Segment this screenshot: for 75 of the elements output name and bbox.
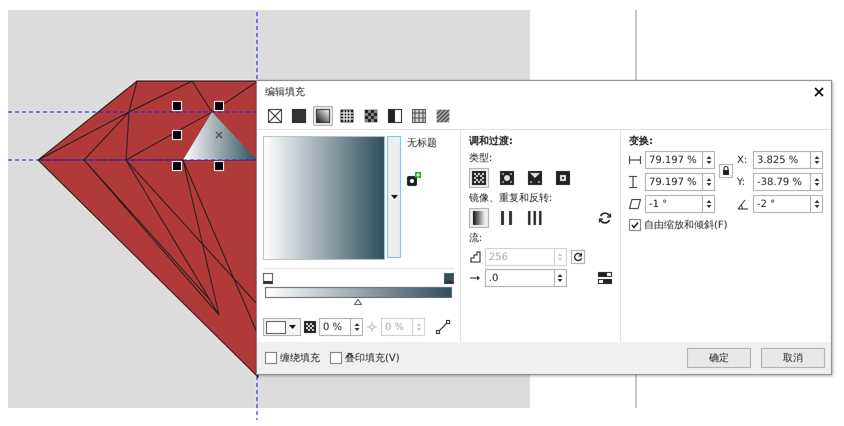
node-position-icon (366, 321, 378, 333)
spin-button[interactable] (351, 318, 363, 336)
fill-type-button[interactable] (313, 106, 333, 126)
x-field[interactable]: 3.825 % (753, 151, 811, 169)
spin-arrows-icon (814, 199, 820, 209)
skew-icon (629, 199, 641, 209)
spin-button[interactable] (703, 195, 715, 213)
preset-name: 无标题 (407, 136, 437, 150)
caret-icon (390, 195, 398, 199)
color-picker-button[interactable] (263, 318, 301, 336)
width-icon (629, 156, 641, 164)
checkbox[interactable] (265, 352, 277, 364)
mirror-mode-button[interactable] (468, 208, 489, 228)
spin-arrows-icon (416, 322, 422, 332)
blend-type-button[interactable] (468, 168, 489, 188)
rotate-icon (737, 198, 749, 210)
color-stop[interactable] (444, 273, 454, 284)
steps-icon (468, 251, 481, 263)
fill-type-button[interactable] (385, 106, 405, 126)
y-field[interactable]: -38.79 % (753, 173, 811, 191)
spin-arrows-icon (706, 199, 712, 209)
height-field[interactable]: 79.197 % (645, 173, 703, 191)
spin-button[interactable] (811, 151, 823, 169)
acceleration-field[interactable]: .0 (484, 269, 555, 287)
selection-handle[interactable] (214, 161, 224, 171)
add-preset-icon[interactable] (407, 172, 421, 186)
smooth-blend-icon[interactable] (598, 271, 612, 285)
selection-handle[interactable] (214, 101, 224, 111)
reverse-icon[interactable] (598, 211, 612, 225)
spin-arrows-icon (706, 177, 712, 187)
center-mark-icon (215, 131, 223, 139)
spin-arrows-icon (354, 322, 360, 332)
rotate-field[interactable]: -2 ° (753, 195, 811, 213)
section-title: 变换: (629, 134, 654, 148)
option-label: 缠绕填充 (280, 352, 320, 365)
height-icon (629, 176, 637, 188)
selection-handle[interactable] (172, 161, 182, 171)
flow-label: 流: (468, 232, 484, 245)
fill-type-button[interactable] (289, 106, 309, 126)
spin-arrows-icon (814, 155, 820, 165)
caret-icon (289, 325, 296, 329)
line-nodes-icon[interactable] (436, 320, 450, 334)
selection-handle[interactable] (172, 101, 182, 111)
close-icon[interactable] (813, 86, 825, 98)
dialog-button[interactable]: 取消 (761, 348, 825, 368)
transparency-icon (304, 321, 316, 333)
option-label: 叠印填充(V) (345, 352, 400, 365)
checkbox[interactable] (629, 219, 641, 231)
dialog-title: 编辑填充 (265, 86, 305, 99)
y-label: Y: (737, 176, 746, 188)
spin-button[interactable] (703, 151, 715, 169)
dialog-button[interactable]: 确定 (687, 348, 751, 368)
mode-label: 镜像、重复和反转: (468, 192, 554, 205)
spin-arrows-icon (706, 155, 712, 165)
width-field[interactable]: 79.197 % (645, 151, 703, 169)
fill-type-button[interactable] (409, 106, 429, 126)
skew-field[interactable]: -1 ° (645, 195, 703, 213)
spin-arrows-icon (557, 273, 564, 283)
refresh-icon[interactable] (570, 250, 585, 264)
color-stop[interactable] (263, 273, 273, 284)
free-scale-label: 自由缩放和倾斜(F) (644, 218, 728, 232)
spin-button[interactable] (703, 173, 715, 191)
selection-handle[interactable] (172, 130, 182, 140)
spin-button[interactable] (811, 173, 823, 191)
transparency-field[interactable]: 0 % (319, 318, 351, 336)
x-label: X: (737, 154, 748, 166)
spin-button[interactable] (811, 195, 823, 213)
checkbox[interactable] (330, 352, 342, 364)
section-title: 调和过渡: (468, 134, 514, 148)
spin-arrows-icon (557, 252, 564, 262)
lock-icon[interactable] (719, 164, 733, 178)
spin-arrows-icon (814, 177, 820, 187)
type-label: 类型: (468, 152, 494, 165)
fill-type-button[interactable] (265, 106, 285, 126)
spin-button[interactable] (554, 269, 567, 287)
